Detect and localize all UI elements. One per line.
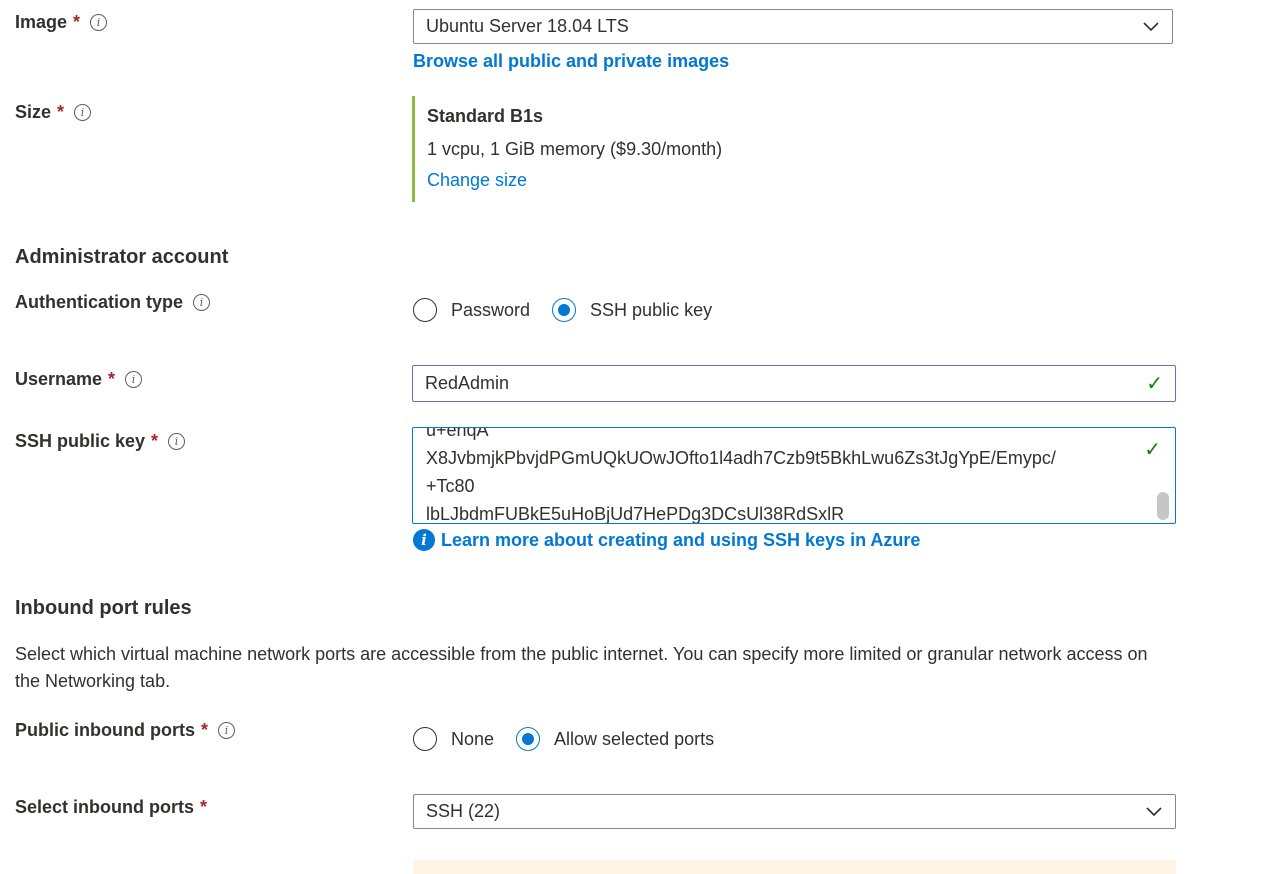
ssh-key-textarea[interactable]: u+ehqA X8JvbmjkPbvjdPGmUQkUOwJOfto1l4adh… bbox=[412, 427, 1176, 524]
ssh-key-label: SSH public key * i bbox=[15, 431, 186, 452]
chevron-down-icon bbox=[1146, 806, 1162, 816]
admin-heading: Administrator account bbox=[15, 246, 229, 268]
info-icon[interactable]: i bbox=[168, 433, 186, 450]
radio-none-label[interactable]: None bbox=[451, 729, 494, 750]
textarea-scrollbar[interactable] bbox=[1157, 492, 1169, 520]
public-inbound-label: Public inbound ports * i bbox=[15, 720, 235, 741]
inbound-ports-value: SSH (22) bbox=[426, 801, 501, 821]
ssh-learn-more-link[interactable]: Learn more about creating and using SSH … bbox=[441, 530, 920, 551]
size-label: Size * i bbox=[15, 102, 92, 123]
ssh-key-line: X8JvbmjkPbvjdPGmUQkUOwJOfto1l4adh7Czb9t5… bbox=[426, 448, 1056, 468]
check-icon: ✓ bbox=[1146, 373, 1163, 395]
info-icon[interactable]: i bbox=[74, 104, 92, 121]
inbound-heading: Inbound port rules bbox=[15, 597, 192, 619]
radio-none[interactable] bbox=[413, 727, 437, 751]
select-inbound-label: Select inbound ports * bbox=[15, 797, 208, 817]
ssh-learn-more: i Learn more about creating and using SS… bbox=[413, 529, 920, 551]
info-icon[interactable]: i bbox=[193, 294, 211, 311]
image-select[interactable]: Ubuntu Server 18.04 LTS bbox=[413, 9, 1173, 44]
ssh-key-line: lbLJbdmFUBkE5uHoBjUd7HePDg3DCsUl38RdSxlR bbox=[426, 504, 845, 524]
size-name: Standard B1s bbox=[427, 106, 544, 126]
info-icon[interactable]: i bbox=[125, 371, 143, 388]
radio-ssh-key[interactable] bbox=[552, 298, 577, 322]
warning-banner bbox=[413, 860, 1176, 874]
radio-password[interactable] bbox=[413, 298, 437, 322]
size-spec: 1 vcpu, 1 GiB memory ($9.30/month) bbox=[427, 139, 723, 159]
radio-password-label[interactable]: Password bbox=[451, 300, 530, 321]
public-inbound-radio-group: None Allow selected ports bbox=[413, 727, 714, 751]
change-size-link[interactable]: Change size bbox=[427, 170, 527, 191]
check-icon: ✓ bbox=[1144, 439, 1161, 461]
inbound-ports-select[interactable]: SSH (22) bbox=[413, 794, 1176, 829]
chevron-down-icon bbox=[1143, 21, 1159, 31]
size-accent-bar bbox=[412, 96, 415, 202]
info-icon[interactable]: i bbox=[218, 722, 235, 739]
info-icon[interactable]: i bbox=[90, 14, 108, 31]
browse-images-link[interactable]: Browse all public and private images bbox=[413, 51, 729, 72]
username-label: Username * i bbox=[15, 369, 143, 390]
auth-type-label: Authentication type i bbox=[15, 292, 211, 313]
info-filled-icon: i bbox=[413, 529, 435, 551]
radio-ssh-key-label[interactable]: SSH public key bbox=[590, 300, 712, 321]
radio-allow-selected[interactable] bbox=[516, 727, 541, 751]
image-label: Image * i bbox=[15, 12, 108, 33]
inbound-description: Select which virtual machine network por… bbox=[15, 644, 1148, 691]
ssh-key-line: +Tc80 bbox=[426, 476, 475, 496]
auth-type-radio-group: Password SSH public key bbox=[413, 298, 712, 322]
ssh-key-content: u+ehqA X8JvbmjkPbvjdPGmUQkUOwJOfto1l4adh… bbox=[426, 427, 1146, 524]
ssh-key-line: u+ehqA bbox=[426, 427, 489, 440]
image-select-value: Ubuntu Server 18.04 LTS bbox=[426, 16, 629, 36]
username-input[interactable]: RedAdmin ✓ bbox=[412, 365, 1176, 402]
username-value: RedAdmin bbox=[425, 373, 510, 393]
radio-allow-selected-label[interactable]: Allow selected ports bbox=[554, 729, 714, 750]
